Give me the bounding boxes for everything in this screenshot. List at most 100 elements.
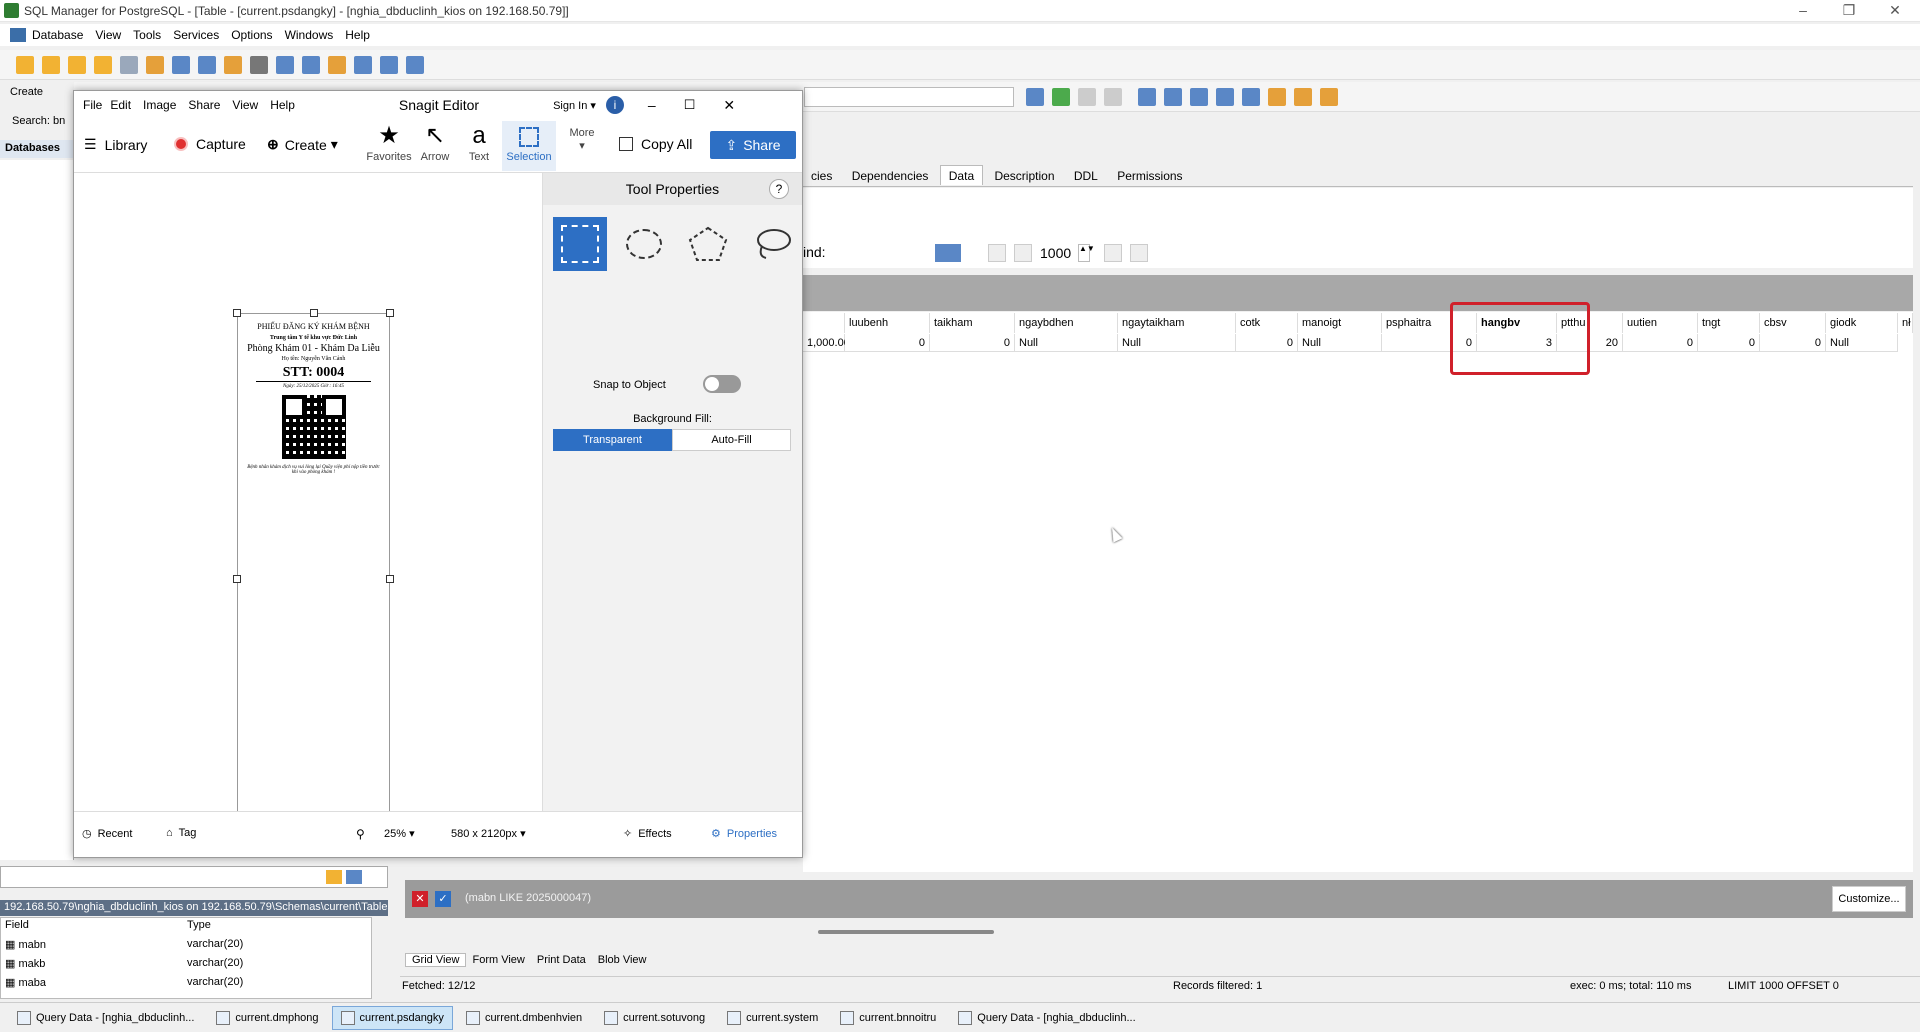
grid-tool-1-icon[interactable] [1138, 87, 1156, 106]
post-icon[interactable] [1078, 87, 1096, 106]
help-icon[interactable]: ? [769, 179, 789, 199]
table-cell[interactable]: Null [1826, 334, 1898, 352]
page-size-stepper[interactable]: ▲▼ [1078, 244, 1095, 262]
data-grid[interactable] [803, 312, 1913, 872]
snagit-menu-file[interactable]: File [83, 98, 102, 112]
resize-handle[interactable] [233, 575, 241, 583]
table-cell[interactable]: 0 [930, 334, 1015, 352]
snagit-canvas[interactable]: PHIẾU ĐĂNG KÝ KHÁM BỆNH Trung tâm Y tế k… [74, 173, 542, 851]
db-disconnect-icon[interactable] [68, 55, 86, 74]
capture-button[interactable]: Capture [174, 136, 246, 152]
print-icon[interactable] [250, 55, 268, 74]
menu-view[interactable]: View [95, 28, 121, 42]
column-header[interactable]: cbsv [1760, 313, 1826, 333]
new-record-icon[interactable] [1026, 87, 1044, 106]
add-record-icon[interactable] [1052, 87, 1070, 106]
maximize-icon[interactable]: ❐ [1826, 0, 1872, 22]
cancel-icon[interactable] [1104, 87, 1122, 106]
export-icon[interactable] [224, 55, 242, 74]
tab-data[interactable]: Data [939, 165, 984, 185]
menu-help[interactable]: Help [345, 28, 370, 42]
selection-tool[interactable]: Selection [502, 121, 556, 171]
column-header[interactable]: ngaybdhen [1015, 313, 1118, 333]
column-header[interactable]: uutien [1623, 313, 1698, 333]
grid-tool-7-icon[interactable] [1294, 87, 1312, 106]
grid-tool-2-icon[interactable] [1164, 87, 1182, 106]
more-tools-button[interactable]: More ▾ [564, 127, 600, 152]
column-header[interactable] [803, 313, 845, 333]
sign-in-button[interactable]: Sign In ▾ [553, 99, 596, 112]
snagit-menu-view[interactable]: View [232, 98, 258, 112]
snagit-menu-help[interactable]: Help [270, 98, 295, 112]
tag-button[interactable]: ⌂ Tag [166, 827, 196, 839]
task-sotuvong[interactable]: current.sotuvong [595, 1006, 714, 1030]
task-bnnoitru[interactable]: current.bnnoitru [831, 1006, 945, 1030]
snagit-minimize-icon[interactable]: – [648, 97, 656, 113]
filter-icon[interactable] [935, 244, 961, 262]
menu-database[interactable]: Database [32, 28, 83, 42]
table-cell[interactable]: Null [1118, 334, 1236, 352]
table-cell[interactable]: 0 [1698, 334, 1760, 352]
column-header[interactable] [1589, 313, 1623, 333]
rectangle-selection-icon[interactable] [553, 217, 607, 271]
import-icon[interactable] [328, 55, 346, 74]
table-cell[interactable]: 0 [1760, 334, 1826, 352]
window-tile-icon[interactable] [354, 55, 372, 74]
tab-blob-view[interactable]: Blob View [592, 954, 653, 966]
table-cell[interactable]: 0 [1623, 334, 1698, 352]
arrow-tool[interactable]: ↖ Arrow [414, 121, 456, 163]
first-page-icon[interactable] [988, 244, 1006, 262]
task-query-data-2[interactable]: Query Data - [nghia_dbduclinh... [949, 1006, 1144, 1030]
column-header[interactable]: cotk [1236, 313, 1298, 333]
tab-print-data[interactable]: Print Data [531, 954, 592, 966]
column-header[interactable]: giodk [1826, 313, 1898, 333]
tab-description[interactable]: Description [986, 166, 1062, 186]
db-connect-icon[interactable] [42, 55, 60, 74]
db-options-icon[interactable] [94, 55, 112, 74]
db-register-icon[interactable] [16, 55, 34, 74]
page-size-value[interactable]: 1000 [1040, 245, 1071, 261]
column-header[interactable]: manoigt [1298, 313, 1382, 333]
task-dmphong[interactable]: current.dmphong [207, 1006, 327, 1030]
table-cell[interactable]: 1,000.00 [803, 334, 850, 352]
table-cell[interactable]: 0 [845, 334, 930, 352]
copy-all-button[interactable]: Copy All [619, 136, 692, 152]
snagit-menu-share[interactable]: Share [188, 98, 220, 112]
menu-tools[interactable]: Tools [133, 28, 161, 42]
properties-button[interactable]: ⚙ Properties [711, 827, 777, 841]
task-psdangky[interactable]: current.psdangky [331, 1005, 453, 1030]
effects-button[interactable]: ✧ Effects [623, 827, 672, 841]
column-header[interactable]: taikham [930, 313, 1015, 333]
ellipse-selection-icon[interactable] [617, 217, 671, 271]
tab-policies[interactable]: cies [803, 166, 840, 186]
sql-editor-icon[interactable] [172, 55, 190, 74]
grid-tool-3-icon[interactable] [1190, 87, 1208, 106]
grid-tool-6-icon[interactable] [1268, 87, 1286, 106]
users-icon[interactable] [276, 55, 294, 74]
polygon-selection-icon[interactable] [681, 217, 735, 271]
grid-tool-4-icon[interactable] [1216, 87, 1234, 106]
task-dmbenhvien[interactable]: current.dmbenhvien [457, 1006, 591, 1030]
database-tree[interactable] [0, 160, 74, 860]
customize-button[interactable]: Customize... [1832, 886, 1906, 912]
scroll-thumb[interactable] [818, 930, 994, 934]
menu-windows[interactable]: Windows [285, 28, 334, 42]
snagit-menu-edit[interactable]: Edit [110, 98, 131, 112]
create-button[interactable]: Create [10, 86, 43, 98]
favorites-tool[interactable]: ★ Favorites [362, 121, 416, 163]
resize-handle[interactable] [386, 309, 394, 317]
close-icon[interactable]: ✕ [1872, 0, 1918, 22]
menu-options[interactable]: Options [231, 28, 272, 42]
resize-handle[interactable] [310, 309, 318, 317]
task-system[interactable]: current.system [718, 1006, 827, 1030]
tab-grid-view[interactable]: Grid View [405, 953, 467, 967]
snagit-close-icon[interactable]: ✕ [723, 97, 735, 114]
column-header[interactable]: psphaitra [1382, 313, 1452, 333]
table-cell[interactable]: Null [1015, 334, 1118, 352]
image-size-select[interactable]: 580 x 2120px ▾ [451, 827, 526, 840]
share-button[interactable]: ⇪ Share [710, 131, 796, 159]
table-cell[interactable] [1382, 334, 1452, 352]
table-cell[interactable]: Null [1298, 334, 1382, 352]
table-cell[interactable]: 0 [1236, 334, 1298, 352]
column-header[interactable]: tngt [1698, 313, 1760, 333]
